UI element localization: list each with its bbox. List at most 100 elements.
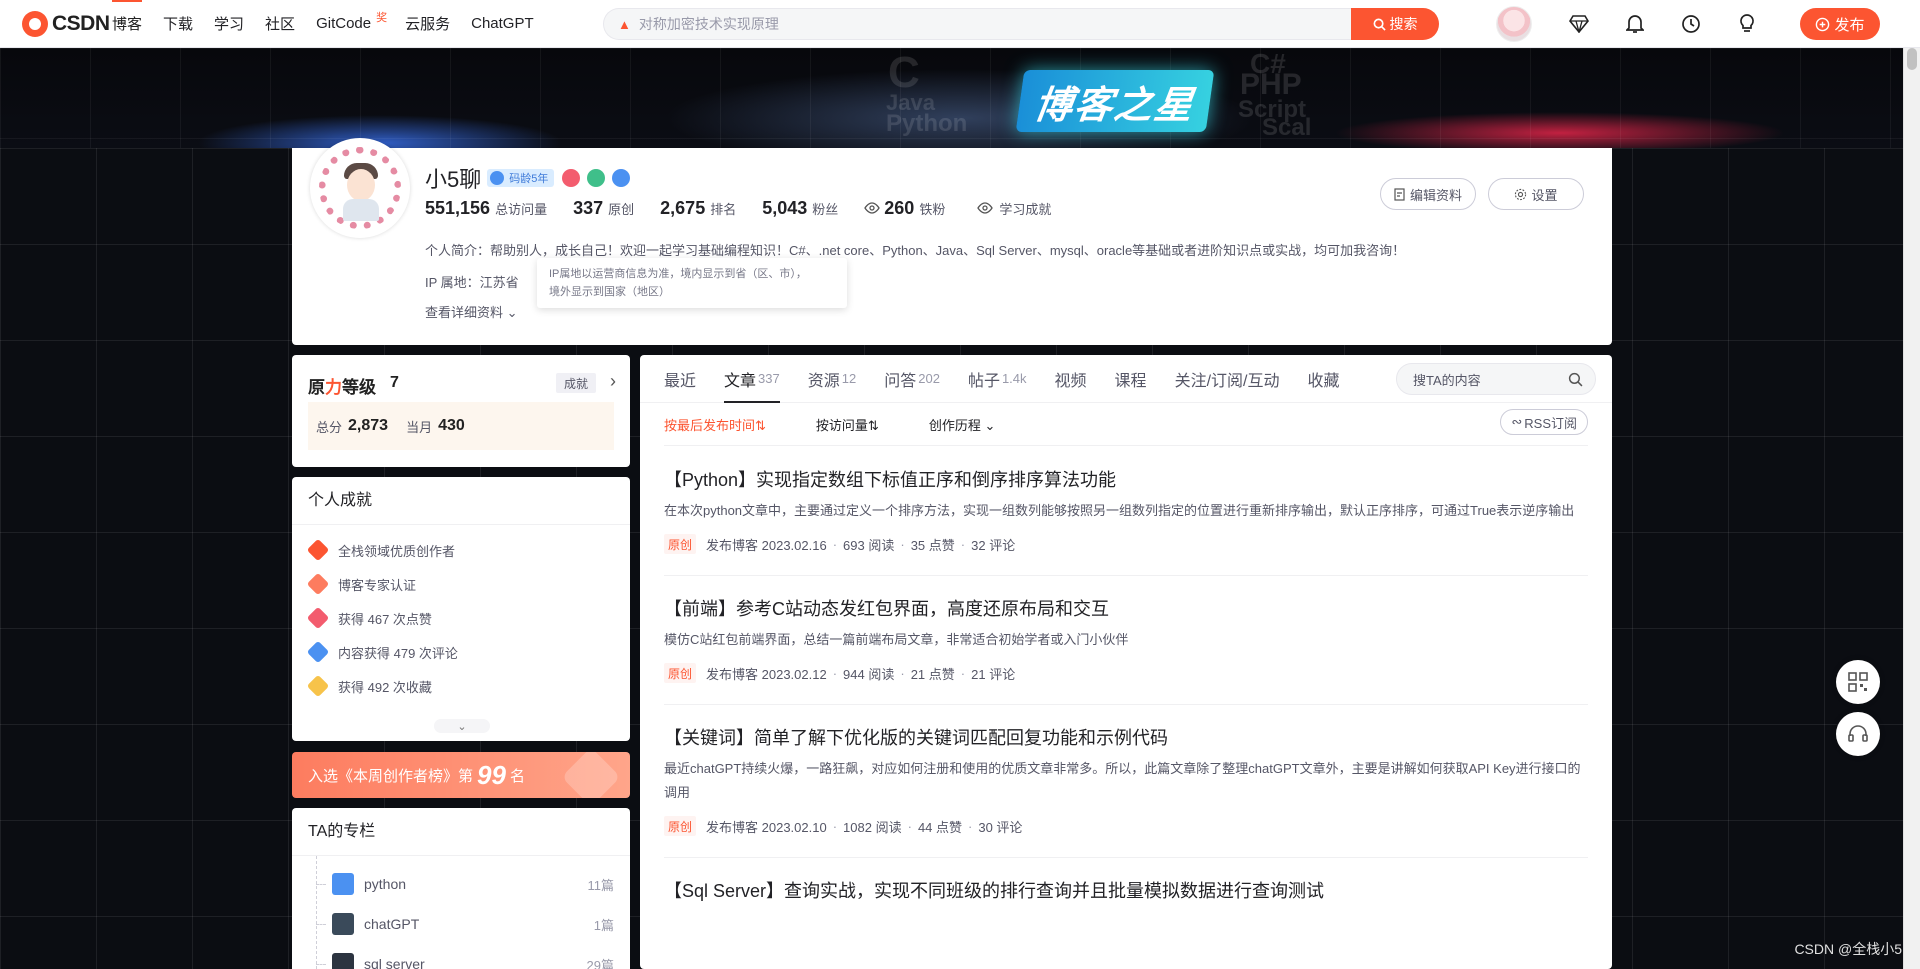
search-button[interactable]: 搜索: [1351, 8, 1439, 40]
headset-icon: [1848, 725, 1868, 742]
column-count: 29篇: [586, 957, 614, 969]
search-placeholder: 对称加密技术实现原理: [638, 16, 779, 32]
customer-service-button[interactable]: [1836, 712, 1880, 756]
comment-badge-icon: [306, 640, 330, 664]
nav-link-community[interactable]: 社区: [265, 13, 295, 34]
tab-videos[interactable]: 视频: [1055, 355, 1087, 403]
tab-questions[interactable]: 问答 202: [884, 355, 940, 403]
chevron-right-icon[interactable]: ›: [610, 371, 616, 392]
tab-resources[interactable]: 资源 12: [808, 355, 856, 403]
column-item[interactable]: chatGPT 1篇: [316, 904, 630, 944]
avatar-face: [347, 169, 375, 201]
achievement-link[interactable]: 学习成就: [977, 199, 1051, 218]
sort-by-date[interactable]: 按最后发布时间⇅: [664, 415, 766, 434]
publish-label: 发布: [1834, 16, 1865, 34]
stat-fans[interactable]: 5,043 粉丝: [762, 198, 838, 219]
nav-link-blog[interactable]: 博客: [112, 0, 143, 34]
tab-label: 问答: [884, 372, 917, 390]
level-achievement-tag[interactable]: 成就: [555, 373, 596, 393]
profile-intro: 个人简介：帮助别人，成长自己！欢迎一起学习基础编程知识！C#、.net core…: [425, 243, 1406, 258]
publish-button[interactable]: 发布: [1800, 8, 1880, 40]
expand-button[interactable]: ⌄: [434, 719, 490, 733]
code-age-badge[interactable]: 码龄5年: [487, 169, 555, 187]
column-item[interactable]: python 11篇: [316, 864, 630, 904]
vip-button[interactable]: [1566, 11, 1592, 37]
stat-rank[interactable]: 2,675 排名: [660, 198, 736, 219]
article-date: 发布博客 2023.02.16: [706, 537, 827, 553]
tab-recent[interactable]: 最近: [664, 355, 696, 403]
notification-button[interactable]: [1622, 11, 1648, 37]
achievement-item: 博客专家认证: [306, 567, 630, 601]
article-views: 944 阅读: [843, 666, 895, 682]
eye-icon: [977, 202, 994, 214]
history-button[interactable]: [1678, 11, 1704, 37]
original-tag: 原创: [664, 534, 697, 554]
settings-button[interactable]: 设置: [1488, 178, 1584, 210]
creation-history[interactable]: 创作历程 ⌄: [929, 415, 996, 434]
stat-original[interactable]: 337 原创: [573, 198, 634, 219]
stat-visits[interactable]: 551,156 总访问量: [425, 198, 547, 219]
tab-posts[interactable]: 帖子 1.4k: [968, 355, 1027, 403]
article-item[interactable]: 【关键词】简单了解下优化版的关键词匹配回复功能和示例代码 最近chatGPT持续…: [664, 705, 1588, 858]
article-item[interactable]: 【Python】实现指定数组下标值正序和倒序排序算法功能 在本次python文章…: [664, 447, 1588, 576]
tab-courses[interactable]: 课程: [1115, 355, 1147, 403]
profile-name: 小5聊: [425, 167, 482, 192]
creator-rank-banner[interactable]: 入选《本周创作者榜》第 99 名: [292, 752, 630, 798]
global-search: ▲ 对称加密技术实现原理 搜索: [603, 8, 1439, 40]
article-title[interactable]: 【关键词】简单了解下优化版的关键词匹配回复功能和示例代码: [664, 725, 1588, 751]
profile-more-link[interactable]: 查看详细资料 ⌄: [425, 302, 518, 321]
article-title[interactable]: 【前端】参考C站动态发红包界面，高度还原布局和交互: [664, 596, 1588, 622]
search-input[interactable]: ▲ 对称加密技术实现原理: [603, 8, 1351, 40]
avatar[interactable]: [1496, 6, 1532, 42]
tab-follow[interactable]: 关注/订阅/互动: [1175, 355, 1280, 403]
article-item[interactable]: 【Sql Server】查询实战，实现不同班级的排行查询并且批量模拟数据进行查询…: [664, 858, 1588, 904]
stat-number: 337: [573, 198, 604, 218]
nav-link-learn[interactable]: 学习: [214, 13, 244, 34]
tooltip-line: IP属地以运营商信息为准，境内显示到省（区、市），: [549, 268, 807, 280]
scroll-thumb[interactable]: [1907, 48, 1917, 70]
achievement-item: 全栈领域优质创作者: [306, 533, 630, 567]
article-desc: 模仿C站红包前端界面，总结一篇前端布局文章，非常适合初始学者或入门小伙伴: [664, 632, 1129, 647]
page-scrollbar[interactable]: [1903, 0, 1920, 969]
nav-link-label: 博客: [112, 16, 143, 33]
stat-iron-fans[interactable]: 260 铁粉: [864, 198, 945, 219]
columns-card: TA的专栏 python 11篇 chatGPT 1篇 sql server 29篇: [292, 808, 630, 969]
tab-count: 12: [841, 371, 857, 386]
search-button-label: 搜索: [1389, 16, 1418, 32]
banner-deco-word: Python: [886, 110, 968, 137]
chevron-down-icon: ⌄: [457, 720, 467, 733]
medal-icon[interactable]: [562, 169, 581, 187]
medal-icon[interactable]: [612, 169, 631, 187]
article-title[interactable]: 【Python】实现指定数组下标值正序和倒序排序算法功能: [664, 467, 1588, 493]
article-item[interactable]: 【前端】参考C站动态发红包界面，高度还原布局和交互 模仿C站红包前端界面，总结一…: [664, 576, 1588, 705]
creation-button[interactable]: [1734, 11, 1760, 37]
rank-text-before: 入选《本周创作者榜》第: [308, 767, 474, 785]
csdn-logo[interactable]: CSDN: [22, 10, 112, 37]
creation-history-label: 创作历程: [928, 417, 981, 433]
tab-articles[interactable]: 文章 337: [724, 355, 780, 403]
edit-profile-button[interactable]: 编辑资料: [1380, 178, 1476, 210]
medal-icon[interactable]: [587, 169, 606, 187]
edit-icon: [1394, 187, 1405, 201]
user-content-search[interactable]: 搜TA的内容: [1396, 363, 1596, 395]
rank-number: 99: [477, 759, 506, 790]
nav-link-label: 社区: [265, 16, 296, 33]
diamond-icon: [1569, 15, 1589, 33]
nav-link-chatgpt[interactable]: ChatGPT: [471, 15, 534, 32]
achievement-label: 学习成就: [999, 202, 1052, 217]
achievements-list: 全栈领域优质创作者 博客专家认证 获得 467 次点赞 内容获得 479 次评论…: [292, 525, 630, 703]
level-title-prefix: 原: [308, 378, 325, 397]
article-title[interactable]: 【Sql Server】查询实战，实现不同班级的排行查询并且批量模拟数据进行查询…: [664, 878, 1588, 904]
profile-avatar[interactable]: [310, 138, 410, 238]
qrcode-button[interactable]: [1836, 660, 1880, 704]
nav-link-cloud[interactable]: 云服务: [405, 13, 450, 34]
badge-icon: [306, 572, 330, 596]
rss-button[interactable]: ∾ RSS订阅: [1500, 409, 1588, 435]
sort-by-views[interactable]: 按访问量⇅: [816, 415, 879, 434]
more-label: 查看详细资料: [425, 305, 504, 320]
nav-link-download[interactable]: 下载: [163, 13, 193, 34]
column-item[interactable]: sql server 29篇: [316, 944, 630, 969]
tab-label: 收藏: [1307, 372, 1340, 390]
tab-favorites[interactable]: 收藏: [1307, 355, 1339, 403]
nav-link-gitcode[interactable]: GitCode 奖: [316, 12, 387, 32]
